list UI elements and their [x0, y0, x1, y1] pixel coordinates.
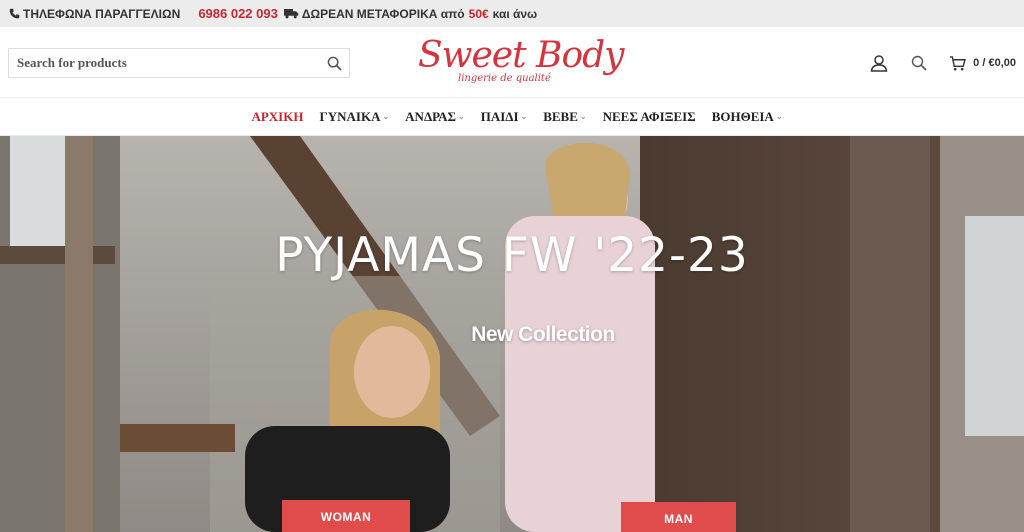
- hero-subtitle: New Collection: [471, 323, 615, 346]
- user-icon[interactable]: [867, 51, 891, 75]
- nav-item-label: ΑΡΧΙΚΗ: [251, 108, 304, 124]
- search-input[interactable]: [9, 49, 319, 77]
- nav-item-label: ΝΕΕΣ ΑΦΙΞΕΙΣ: [602, 108, 696, 124]
- search-box: [8, 48, 350, 78]
- search-icon[interactable]: [319, 49, 349, 77]
- cart-icon[interactable]: [945, 51, 969, 75]
- nav-item-home[interactable]: ΑΡΧΙΚΗ: [251, 109, 303, 125]
- nav-item-label: ΓΥΝΑΙΚΑ: [319, 108, 381, 124]
- shipping-label: ΔΩΡΕΑΝ ΜΕΤΑΦΟΡΙΚΑ από: [301, 6, 465, 21]
- search-icon[interactable]: [907, 51, 931, 75]
- chevron-down-icon: ⌄: [458, 112, 465, 121]
- site-header: Sweet Body lingerie de qualité 0 / €0,00: [0, 27, 1024, 98]
- nav-item-help[interactable]: ΒΟΗΘΕΙΑ ⌄: [712, 109, 783, 125]
- chevron-down-icon: ⌄: [520, 112, 528, 121]
- header-actions: 0 / €0,00: [857, 51, 1016, 75]
- logo-brand: Sweet Body: [418, 35, 625, 76]
- shop-woman-button[interactable]: WOMAN: [282, 500, 410, 532]
- site-logo[interactable]: Sweet Body lingerie de qualité: [414, 35, 625, 87]
- top-bar: ΤΗΛΕΦΩΝΑ ΠΑΡΑΓΓΕΛΙΩΝ 6986 022 093 ΔΩΡΕΑΝ…: [0, 0, 1024, 27]
- truck-icon: [283, 8, 299, 20]
- shipping-amount: 50€: [468, 6, 489, 21]
- main-nav: ΑΡΧΙΚΗ ΓΥΝΑΙΚΑ ⌄ ΑΝΔΡΑΣ ⌄ ΠΑΙΔΙ ⌄ ΒΕΒΕ ⌄ ΝΕΕ…: [0, 98, 1024, 136]
- nav-item-label: ΠΑΙΔΙ: [480, 108, 519, 124]
- phone-label: ΤΗΛΕΦΩΝΑ ΠΑΡΑΓΓΕΛΙΩΝ: [23, 6, 181, 21]
- shipping-suffix: και άνω: [492, 6, 538, 21]
- nav-item-label: ΑΝΔΡΑΣ: [405, 108, 457, 124]
- nav-item-new-arrivals[interactable]: ΝΕΕΣ ΑΦΙΞΕΙΣ: [603, 109, 696, 125]
- nav-item-label: ΒΟΗΘΕΙΑ: [711, 108, 774, 124]
- shop-man-button[interactable]: MAN: [621, 502, 736, 532]
- nav-item-label: ΒΕΒΕ: [543, 108, 578, 124]
- nav-item-baby[interactable]: ΒΕΒΕ ⌄: [543, 109, 586, 125]
- nav-item-kid[interactable]: ΠΑΙΔΙ ⌄: [481, 109, 527, 125]
- logo-tagline: lingerie de qualité: [458, 73, 551, 84]
- chevron-down-icon: ⌄: [382, 112, 390, 121]
- cart-total[interactable]: 0 / €0,00: [973, 57, 1016, 69]
- chevron-down-icon: ⌄: [579, 112, 587, 121]
- nav-item-man[interactable]: ΑΝΔΡΑΣ ⌄: [405, 109, 465, 125]
- phone-icon: [8, 8, 20, 20]
- phone-number-link[interactable]: 6986 022 093: [198, 6, 278, 21]
- chevron-down-icon: ⌄: [775, 112, 783, 121]
- nav-item-woman[interactable]: ΓΥΝΑΙΚΑ ⌄: [319, 109, 389, 125]
- hero-title: PYJAMAS FW '22-23: [275, 228, 749, 283]
- hero-banner: PYJAMAS FW '22-23 New Collection WOMAN M…: [0, 136, 1024, 532]
